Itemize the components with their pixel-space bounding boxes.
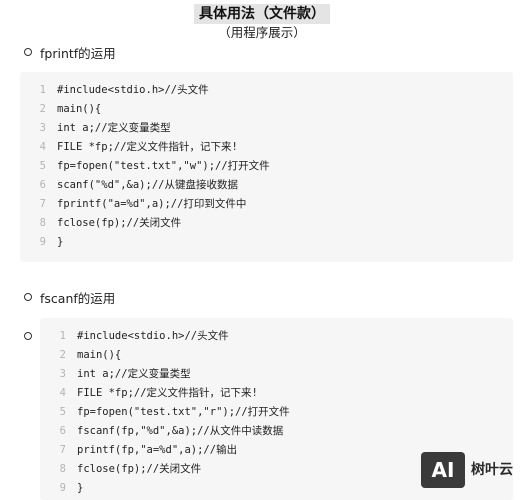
code-line: 6 scanf("%d",&a);//从键盘接收数据 — [30, 176, 270, 195]
code-text: scanf("%d",&a);//从键盘接收数据 — [57, 179, 238, 191]
code-line: 7 fprintf("a=%d",a);//打印到文件中 — [30, 195, 270, 214]
code-text: fp=fopen("test.txt","r");//打开文件 — [77, 406, 290, 418]
line-number: 6 — [39, 179, 46, 191]
code-text: int a;//定义变量类型 — [77, 368, 191, 380]
line-number: 4 — [39, 141, 46, 153]
line-number: 4 — [59, 387, 66, 399]
line-number: 2 — [39, 103, 46, 115]
code-line: 2 main(){ — [50, 346, 290, 365]
line-number: 9 — [59, 482, 66, 494]
code-text: } — [57, 236, 64, 248]
code-line: 9} — [30, 233, 270, 252]
code-line: 4 FILE *fp;//定义文件指针，记下来! — [30, 138, 270, 157]
line-number: 2 — [59, 349, 66, 361]
code-lines: 1 #include<stdio.h>//头文件 2 main(){ 3 int a;… — [50, 327, 290, 498]
bullet-icon — [24, 332, 32, 340]
watermark-text: 树叶云 — [471, 462, 513, 478]
ai-logo-icon: AI — [421, 452, 465, 488]
title-wrap: 具体用法（文件款） — [0, 3, 524, 24]
line-number: 8 — [39, 217, 46, 229]
code-line: 5 fp=fopen("test.txt","r");//打开文件 — [50, 403, 290, 422]
section-heading-fprintf: fprintf的运用 — [24, 46, 116, 62]
code-text: fclose(fp);//关闭文件 — [57, 217, 182, 229]
code-text: main(){ — [57, 103, 102, 115]
line-number: 5 — [39, 160, 46, 172]
page-subtitle: （用程序展示） — [218, 25, 306, 40]
section-heading-text: fscanf的运用 — [40, 291, 116, 306]
code-text: main(){ — [77, 349, 122, 361]
section-heading-text: fprintf的运用 — [40, 46, 116, 61]
line-number: 3 — [59, 368, 66, 380]
section-heading-fscanf: fscanf的运用 — [24, 291, 115, 307]
page-title: 具体用法（文件款） — [194, 4, 330, 24]
code-text: FILE *fp;//定义文件指针，记下来! — [77, 387, 258, 399]
code-line: 7 printf(fp,"a=%d",a);//输出 — [50, 441, 290, 460]
code-text: #include<stdio.h>//头文件 — [57, 84, 209, 96]
watermark-logo: AI 树叶云 — [421, 452, 521, 492]
code-block-fprintf: 1 #include<stdio.h>//头文件 2 main(){ 3 int a;… — [20, 72, 513, 262]
code-line: 9} — [50, 479, 290, 498]
code-text: } — [77, 482, 84, 494]
line-number: 6 — [59, 425, 66, 437]
code-line: 5 fp=fopen("test.txt","w");//打开文件 — [30, 157, 270, 176]
code-text: printf(fp,"a=%d",a);//输出 — [77, 444, 238, 456]
code-line: 8 fclose(fp);//关闭文件 — [50, 460, 290, 479]
code-text: int a;//定义变量类型 — [57, 122, 171, 134]
code-line: 1 #include<stdio.h>//头文件 — [50, 327, 290, 346]
code-text: fscanf(fp,"%d",&a);//从文件中读数据 — [77, 425, 284, 437]
code-text: FILE *fp;//定义文件指针，记下来! — [57, 141, 238, 153]
line-number: 5 — [59, 406, 66, 418]
code-line: 8 fclose(fp);//关闭文件 — [30, 214, 270, 233]
line-number: 3 — [39, 122, 46, 134]
line-number: 7 — [39, 198, 46, 210]
code-line: 6 fscanf(fp,"%d",&a);//从文件中读数据 — [50, 422, 290, 441]
code-text: fprintf("a=%d",a);//打印到文件中 — [57, 198, 247, 210]
code-lines: 1 #include<stdio.h>//头文件 2 main(){ 3 int a;… — [30, 81, 270, 252]
code-line: 3 int a;//定义变量类型 — [50, 365, 290, 384]
line-number: 7 — [59, 444, 66, 456]
line-number: 9 — [39, 236, 46, 248]
code-text: #include<stdio.h>//头文件 — [77, 330, 229, 342]
code-line: 4 FILE *fp;//定义文件指针，记下来! — [50, 384, 290, 403]
bullet-icon — [24, 48, 32, 56]
code-text: fclose(fp);//关闭文件 — [77, 463, 202, 475]
code-text: fp=fopen("test.txt","w");//打开文件 — [57, 160, 270, 172]
line-number: 8 — [59, 463, 66, 475]
line-number: 1 — [59, 330, 66, 342]
line-number: 1 — [39, 84, 46, 96]
code-line: 3 int a;//定义变量类型 — [30, 119, 270, 138]
bullet-icon — [24, 293, 32, 301]
code-line: 2 main(){ — [30, 100, 270, 119]
code-line: 1 #include<stdio.h>//头文件 — [30, 81, 270, 100]
